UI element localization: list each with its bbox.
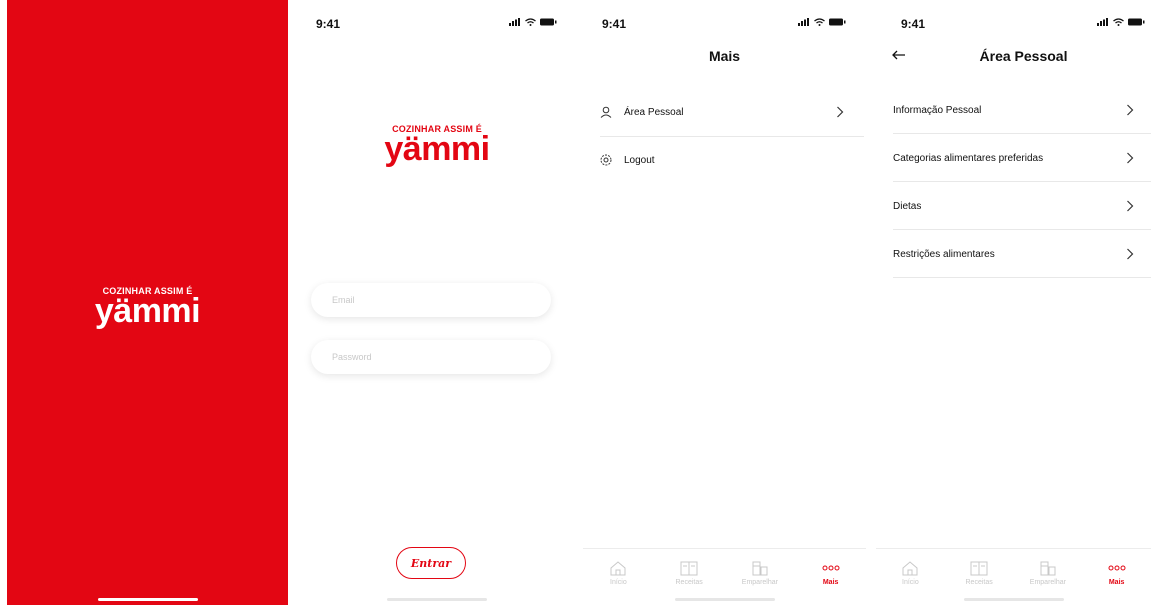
menu-item-label: Logout [624, 154, 655, 166]
password-field[interactable]: Password [311, 340, 551, 374]
pairing-icon [1040, 561, 1056, 576]
menu-item-label: Restrições alimentares [893, 248, 995, 260]
email-field[interactable]: Email [311, 283, 551, 317]
chevron-right-icon [837, 106, 844, 118]
enter-button-label: Entrar [410, 556, 452, 570]
book-icon [970, 561, 988, 575]
wifi-icon [1113, 18, 1124, 26]
menu-item-personal-area[interactable]: Área Pessoal [583, 88, 866, 136]
status-icons [798, 18, 846, 26]
status-icons [509, 18, 557, 26]
battery-icon [540, 18, 557, 26]
home-indicator [963, 598, 1064, 601]
tab-label: Emparelhar [741, 579, 778, 586]
menu-item-personal-info[interactable]: Informação Pessoal [876, 86, 1151, 134]
menu-item-food-restrictions[interactable]: Restrições alimentares [876, 230, 1151, 278]
home-icon [610, 560, 626, 575]
status-bar: 9:41 [583, 12, 866, 32]
settings-icon [600, 154, 612, 166]
home-indicator [387, 598, 487, 601]
enter-button[interactable]: Entrar [396, 547, 466, 579]
tab-pairing[interactable]: Emparelhar [1014, 549, 1083, 589]
tab-label: Receitas [965, 579, 993, 586]
more-screen: 9:41 Mais Área Pessoal Logout Início Rec… [583, 0, 866, 605]
signal-icon [509, 18, 520, 26]
brand-logo: COZINHAR ASSIM É yämmi [7, 286, 288, 330]
tab-home[interactable]: Início [583, 549, 654, 589]
status-icons [1097, 18, 1145, 26]
brand-wordmark: yämmi [94, 292, 201, 330]
chevron-right-icon [1127, 152, 1134, 164]
wifi-icon [814, 18, 825, 26]
tab-recipes[interactable]: Receitas [654, 549, 725, 589]
login-screen: 9:41 COZINHAR ASSIM É yämmi Email Passwo… [297, 0, 577, 605]
signal-icon [1097, 18, 1108, 26]
chevron-right-icon [1127, 200, 1134, 212]
more-icon [822, 565, 840, 571]
tab-more[interactable]: Mais [1082, 549, 1151, 589]
splash-screen: COZINHAR ASSIM É yämmi [7, 0, 288, 605]
tab-bar: Início Receitas Emparelhar Mais [583, 548, 866, 589]
tab-home[interactable]: Início [876, 549, 945, 589]
menu-item-label: Área Pessoal [624, 106, 684, 118]
more-icon [1108, 565, 1126, 571]
tab-pairing[interactable]: Emparelhar [725, 549, 796, 589]
menu-item-food-categories[interactable]: Categorias alimentares preferidas [876, 134, 1151, 182]
page-title: Área Pessoal [979, 48, 1068, 64]
status-bar: 9:41 [876, 12, 1151, 32]
menu-item-diets[interactable]: Dietas [876, 182, 1151, 230]
email-placeholder: Email [332, 295, 355, 305]
page-title: Mais [708, 48, 741, 64]
menu-item-label: Dietas [893, 200, 922, 212]
tab-bar: Início Receitas Emparelhar Mais [876, 548, 1151, 589]
tab-recipes[interactable]: Receitas [945, 549, 1014, 589]
status-time: 9:41 [901, 17, 926, 31]
status-time: 9:41 [602, 17, 627, 31]
status-bar: 9:41 [297, 12, 577, 32]
brand-logo: COZINHAR ASSIM É yämmi [297, 124, 577, 168]
tab-label: Receitas [675, 579, 703, 586]
tab-more[interactable]: Mais [795, 549, 866, 589]
book-icon [680, 561, 698, 575]
tab-label: Emparelhar [1029, 579, 1066, 586]
brand-wordmark: yämmi [384, 130, 490, 168]
menu-item-label: Informação Pessoal [893, 104, 982, 116]
chevron-right-icon [1127, 104, 1134, 116]
home-indicator [97, 598, 198, 601]
personal-area-screen: 9:41 Área Pessoal Informação Pessoal Cat… [876, 0, 1151, 605]
password-placeholder: Password [332, 352, 372, 362]
battery-icon [1128, 18, 1145, 26]
menu-item-label: Categorias alimentares preferidas [893, 152, 1044, 164]
home-icon [902, 560, 918, 575]
pairing-icon [752, 561, 768, 576]
signal-icon [798, 18, 809, 26]
home-indicator [674, 598, 775, 601]
wifi-icon [525, 18, 536, 26]
tab-label: Início [610, 579, 627, 586]
user-icon [600, 106, 612, 118]
battery-icon [829, 18, 846, 26]
chevron-right-icon [1127, 248, 1134, 260]
tab-label: Mais [1108, 579, 1125, 586]
divider [893, 277, 1151, 278]
status-time: 9:41 [316, 17, 341, 31]
tab-label: Mais [822, 579, 839, 586]
menu-item-logout[interactable]: Logout [583, 136, 866, 184]
tab-label: Início [902, 579, 919, 586]
